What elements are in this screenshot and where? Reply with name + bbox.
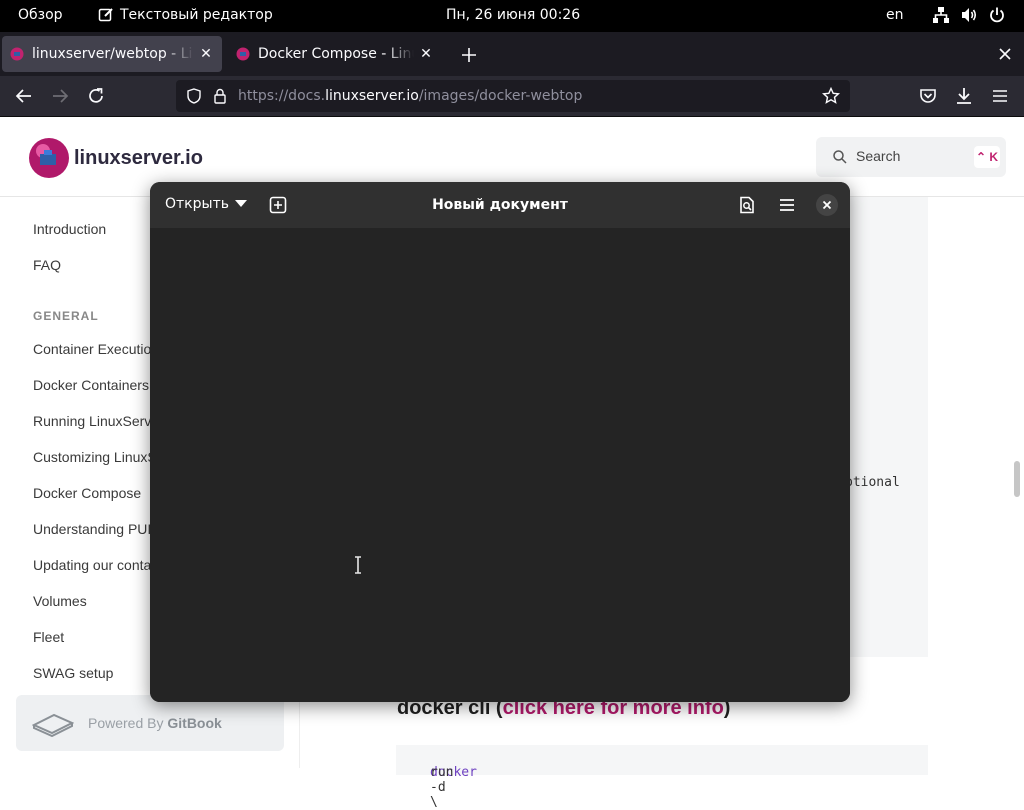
- lock-icon[interactable]: [212, 88, 228, 104]
- volume-icon: [962, 8, 977, 22]
- url-text: https://docs.linuxserver.io/images/docke…: [238, 88, 583, 104]
- sidebar-item-docker-compose[interactable]: Docker Compose: [33, 485, 141, 501]
- sidebar-item-faq[interactable]: FAQ: [33, 257, 61, 273]
- close-icon: [822, 200, 832, 210]
- system-menu[interactable]: [932, 6, 1006, 24]
- url-bar[interactable]: https://docs.linuxserver.io/images/docke…: [176, 80, 850, 112]
- find-icon[interactable]: [738, 196, 756, 214]
- activities-button[interactable]: Обзор: [18, 7, 63, 23]
- search-icon: [833, 150, 847, 164]
- text-editing-area[interactable]: [150, 228, 850, 702]
- editor-header-bar: Открыть Новый документ: [150, 182, 850, 228]
- window-close-icon[interactable]: [996, 45, 1014, 63]
- linuxserver-favicon-icon: [236, 47, 250, 61]
- sidebar-item-volumes[interactable]: Volumes: [33, 593, 87, 609]
- sidebar-item-introduction[interactable]: Introduction: [33, 221, 106, 237]
- sidebar-section-general: GENERAL: [33, 309, 99, 323]
- network-icon: [933, 7, 949, 23]
- tab-title: linuxserver/webtop - LinuxServer.io: [32, 46, 194, 62]
- browser-tab-strip: linuxserver/webtop - LinuxServer.io ✕ Do…: [0, 32, 1024, 76]
- browser-nav-bar: https://docs.linuxserver.io/images/docke…: [0, 76, 1024, 117]
- hamburger-menu-icon[interactable]: [778, 196, 796, 214]
- tab-webtop[interactable]: linuxserver/webtop - LinuxServer.io ✕: [2, 36, 222, 72]
- page-scrollbar[interactable]: [1014, 461, 1020, 497]
- reload-icon[interactable]: [86, 86, 106, 106]
- logo-text: linuxserver.io: [74, 146, 203, 169]
- downloads-icon[interactable]: [954, 86, 974, 106]
- docker-cli-code-block: docker run -d \: [396, 745, 928, 810]
- hamburger-menu-icon[interactable]: [990, 86, 1010, 106]
- site-logo[interactable]: linuxserver.io: [28, 137, 203, 179]
- linuxserver-favicon-icon: [10, 47, 24, 61]
- search-placeholder: Search: [856, 148, 901, 164]
- search-input[interactable]: Search ⌃ K: [816, 137, 1006, 177]
- keyboard-layout[interactable]: en: [886, 7, 904, 23]
- tab-docker-compose[interactable]: Docker Compose - LinuxServer.io ✕: [228, 36, 442, 72]
- sidebar-item-container-execution[interactable]: Container Execution: [33, 341, 159, 357]
- powered-by-text: Powered By GitBook: [88, 715, 222, 731]
- code-fragment: ptional: [845, 475, 900, 490]
- app-name: Текстовый редактор: [120, 7, 273, 23]
- tab-title: Docker Compose - LinuxServer.io: [258, 46, 414, 62]
- sidebar-item-fleet[interactable]: Fleet: [33, 629, 64, 645]
- close-tab-icon[interactable]: ✕: [418, 46, 434, 62]
- app-menu-button[interactable]: Текстовый редактор: [98, 7, 273, 23]
- gitbook-logo-icon: [32, 713, 74, 737]
- power-icon: [990, 7, 1004, 23]
- forward-arrow-icon[interactable]: [50, 86, 70, 106]
- pocket-icon[interactable]: [918, 86, 938, 106]
- close-window-button[interactable]: [816, 194, 838, 216]
- tracking-protection-shield-icon[interactable]: [186, 88, 202, 104]
- bookmark-star-icon[interactable]: [822, 87, 840, 105]
- text-cursor-icon: [355, 556, 361, 574]
- clock[interactable]: Пн, 26 июня 00:26: [446, 7, 580, 23]
- text-editor-window: Открыть Новый документ: [150, 182, 850, 702]
- powered-by-gitbook-link[interactable]: Powered By GitBook: [16, 695, 284, 751]
- text-editor-icon: [98, 8, 113, 22]
- gnome-top-bar: Обзор Текстовый редактор Пн, 26 июня 00:…: [0, 0, 1024, 32]
- linuxserver-logo-icon: [29, 138, 69, 178]
- close-tab-icon[interactable]: ✕: [198, 46, 214, 62]
- sidebar-item-swag-setup[interactable]: SWAG setup: [33, 665, 113, 681]
- back-arrow-icon[interactable]: [14, 86, 34, 106]
- new-tab-icon[interactable]: [458, 44, 480, 66]
- search-shortcut-badge: ⌃ K: [974, 146, 1000, 168]
